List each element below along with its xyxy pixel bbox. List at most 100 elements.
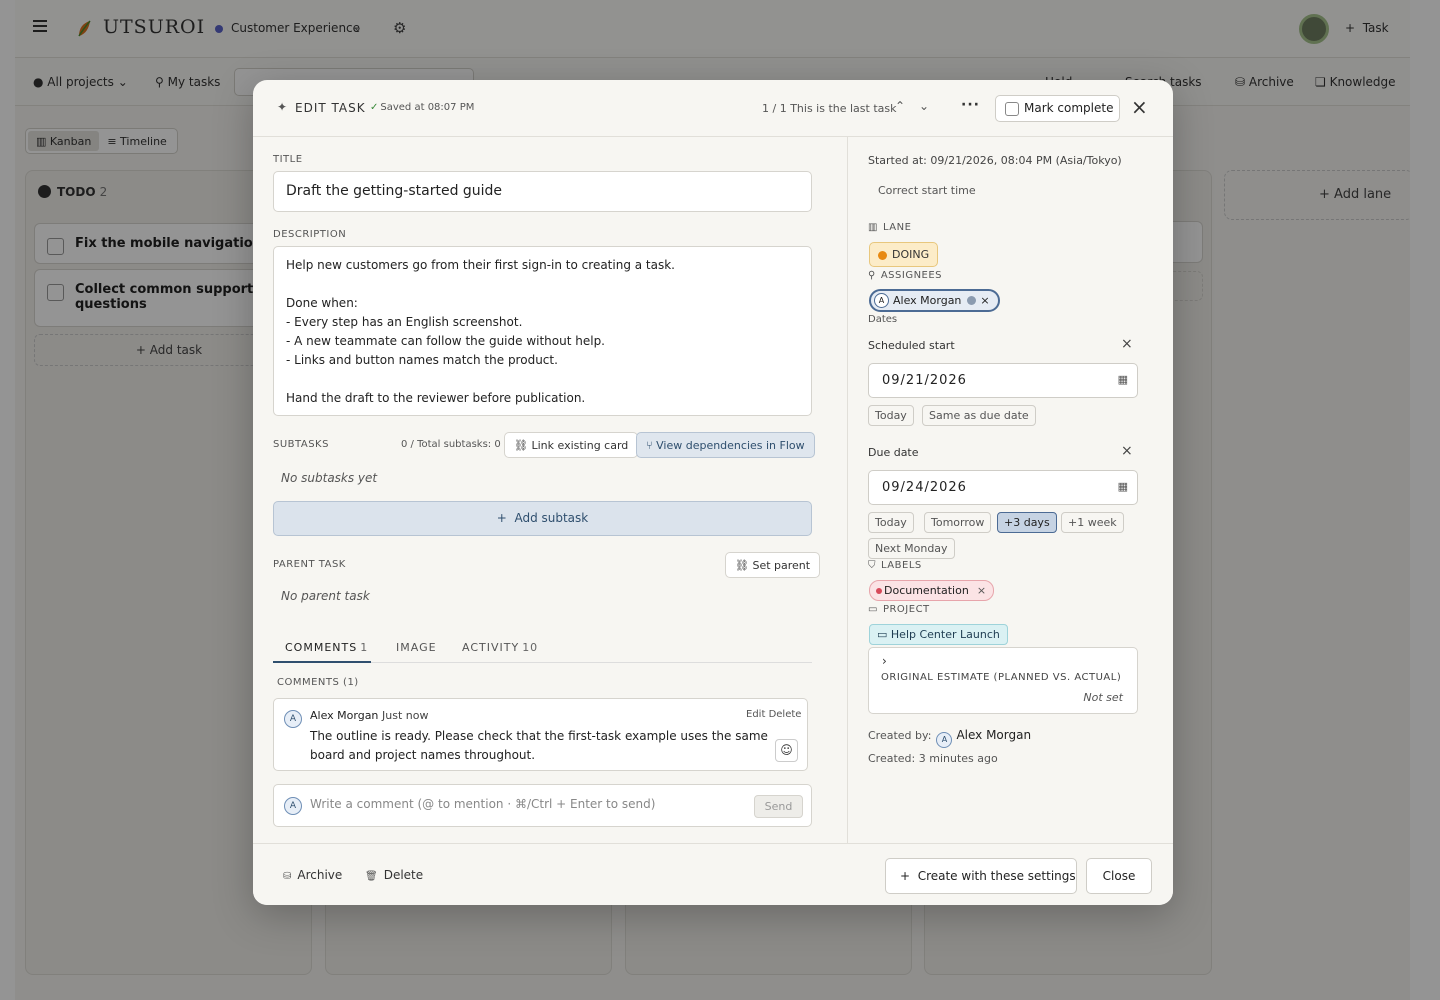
avatar: A [874,293,889,308]
comment-input[interactable]: A Write a comment (@ to mention · ⌘/Ctrl… [273,784,812,827]
link-icon: ⛓ [514,439,528,452]
dialog-footer: ⛁ Archive 🗑 Delete + Create with these set… [253,843,1173,905]
emoji-reaction-icon[interactable]: ☺ [775,739,798,762]
assignee-chip[interactable]: A Alex Morgan × [869,289,1000,312]
correct-start-time-button[interactable]: Correct start time [878,184,976,197]
description-line: Hand the draft to the reviewer before pu… [286,391,586,405]
comment-placeholder: Write a comment (@ to mention · ⌘/Ctrl +… [310,797,656,811]
edit-task-dialog: ✦ EDIT TASK ✓ Saved at 08:07 PM 1 / 1 Thi… [253,80,1173,905]
subtask-count: 0 / Total subtasks: 0 [401,439,501,450]
due-date-input[interactable]: 09/24/2026 ▦ [868,470,1138,505]
delete-task-button[interactable]: 🗑 Delete [365,868,423,882]
lane-label: ▥ LANE [868,222,912,233]
labels-label: ⛉ LABELS [868,560,922,571]
archive-icon: ⛁ [283,871,292,882]
description-line: - Every step has an English screenshot. [286,315,523,329]
description-line [286,275,799,294]
due-today-chip[interactable]: Today [868,512,914,533]
project-label: ▭ PROJECT [868,604,930,615]
chevron-right-icon[interactable]: › [882,654,887,668]
send-button[interactable]: Send [754,795,803,818]
assignees-label: ⚲ ASSIGNEES [868,270,943,281]
trash-icon: 🗑 [365,871,378,882]
dialog-title: EDIT TASK [295,101,366,115]
avatar: A [284,797,302,815]
detail-tabs: COMMENTS 1 IMAGE ACTIVITY 10 [273,633,812,663]
subtasks-empty: No subtasks yet [281,471,378,485]
task-position: 1 / 1 This is the last task [762,102,897,115]
board-icon: ▥ [868,222,878,233]
close-button[interactable]: Close [1086,858,1152,894]
estimate-panel[interactable]: › ORIGINAL ESTIMATE (PLANNED VS. ACTUAL)… [868,647,1138,714]
lane-selector[interactable]: DOING [869,242,939,267]
active-tab-indicator [273,661,371,663]
project-chip[interactable]: ▭ Help Center Launch [869,624,1008,645]
task-side-panel: Started at: 09/21/2026, 08:04 PM (Asia/T… [847,137,1173,843]
comment-time: Just now [382,709,429,722]
clear-scheduled-icon[interactable]: × [1121,336,1133,352]
chevron-down-icon[interactable]: ⌄ [919,99,929,113]
title-label: TITLE [273,154,303,165]
scheduled-start-input[interactable]: 09/21/2026 ▦ [868,363,1138,398]
parent-empty: No parent task [281,589,370,603]
folder-icon: ▭ [877,628,888,641]
clear-due-icon[interactable]: × [1121,443,1133,459]
started-at: Started at: 09/21/2026, 08:04 PM (Asia/T… [868,154,1122,167]
archive-task-button[interactable]: ⛁ Archive [283,868,342,882]
dates-label: Dates [868,314,898,325]
more-options-icon[interactable]: ··· [961,97,980,113]
subtasks-label: SUBTASKS [273,439,329,450]
created-by: Created by: A Alex Morgan [868,728,1031,748]
save-status: ✓ Saved at 08:07 PM [370,102,475,113]
delete-comment-button[interactable]: Delete [769,709,802,720]
person-icon: ⚲ [868,270,876,281]
description-line [286,370,799,389]
comment-actions: Edit Delete [746,709,801,720]
comment-item: A Alex Morgan Just now Edit Delete The o… [273,698,808,771]
description-line: Done when: [286,296,358,310]
view-dependencies-button[interactable]: ⑂ View dependencies in Flow [636,432,815,458]
check-icon: ✓ [370,102,379,113]
description-textarea[interactable]: Help new customers go from their first s… [273,246,812,416]
description-line: - Links and button names match the produ… [286,353,558,367]
branch-icon: ⑂ [646,439,653,452]
title-input[interactable]: Draft the getting-started guide [273,171,812,212]
tab-image[interactable]: IMAGE [396,641,437,654]
tag-icon: ⛉ [868,560,876,571]
set-parent-button[interactable]: ⛓ Set parent [725,552,821,578]
create-with-settings-button[interactable]: + Create with these settings [885,858,1077,894]
estimate-title: ORIGINAL ESTIMATE (PLANNED VS. ACTUAL) [881,672,1122,683]
description-label: DESCRIPTION [273,229,347,240]
tab-activity[interactable]: ACTIVITY 10 [462,641,538,654]
avatar: A [284,710,302,728]
link-icon: ⛓ [735,559,749,572]
calendar-icon: ▦ [1117,373,1128,386]
label-chip[interactable]: Documentation × [869,580,995,601]
comments-header: COMMENTS (1) [277,677,359,688]
due-plus-3-days-chip[interactable]: +3 days [997,512,1057,533]
scheduled-today-chip[interactable]: Today [868,405,914,426]
comment-author: Alex Morgan [310,709,379,722]
chevron-up-icon[interactable]: ⌃ [895,99,905,113]
parent-task-label: PARENT TASK [273,559,346,570]
mark-complete-checkbox[interactable]: Mark complete [995,95,1120,122]
comment-text: The outline is ready. Please check that … [310,729,768,762]
description-line: - A new teammate can follow the guide wi… [286,334,605,348]
due-plus-1-week-chip[interactable]: +1 week [1061,512,1124,533]
due-tomorrow-chip[interactable]: Tomorrow [924,512,992,533]
link-existing-card-button[interactable]: ⛓ Link existing card [504,432,639,458]
remove-label-icon[interactable]: × [977,584,986,597]
task-main-panel: TITLE Draft the getting-started guide DE… [253,137,847,843]
add-subtask-button[interactable]: + Add subtask [273,501,812,536]
due-date-label: Due date [868,446,919,459]
edit-comment-button[interactable]: Edit [746,709,765,720]
presence-dot [967,296,977,305]
remove-assignee-icon[interactable]: × [980,294,989,307]
description-line: Help new customers go from their first s… [286,258,675,272]
same-as-due-chip[interactable]: Same as due date [922,405,1036,426]
avatar: A [936,732,953,748]
close-icon[interactable]: × [1131,95,1148,119]
due-next-monday-chip[interactable]: Next Monday [868,538,955,559]
tab-comments[interactable]: COMMENTS 1 [285,641,368,654]
scheduled-start-label: Scheduled start [868,339,955,352]
